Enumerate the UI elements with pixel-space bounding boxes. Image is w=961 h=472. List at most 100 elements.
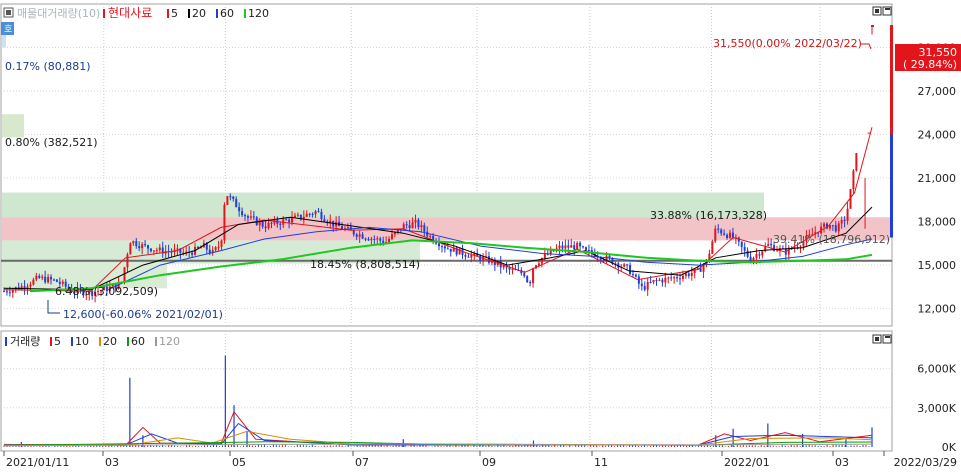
candle-body xyxy=(843,219,846,221)
candle-body xyxy=(770,243,773,246)
vp-annotation-big: 33.88% (16,173,328) xyxy=(650,209,767,222)
candle-body xyxy=(35,275,38,280)
candle-body xyxy=(258,221,261,226)
candle-body xyxy=(846,208,849,221)
candle-body xyxy=(443,246,446,249)
candle-body xyxy=(834,225,837,232)
candle-body xyxy=(681,275,684,279)
legend-ma-20: 20 xyxy=(192,7,206,20)
candle-body xyxy=(711,241,714,254)
candle-body xyxy=(470,255,473,258)
candle-body xyxy=(602,259,605,261)
candle-body xyxy=(214,247,217,251)
volume-tick: 3,000K xyxy=(917,402,956,415)
candle-body xyxy=(637,276,640,284)
candle-body xyxy=(629,265,632,275)
candle-body xyxy=(573,245,576,250)
legend-swatch xyxy=(99,337,101,346)
candle-body xyxy=(670,277,673,279)
candle-body xyxy=(523,273,526,277)
candle-body xyxy=(731,232,734,238)
candle-body xyxy=(176,248,179,250)
legend-ma-60: 60 xyxy=(220,7,234,20)
stock-chart: 매물대거래량(10) 현대사료 5 20 60 120 거래량 5 10 20 60 120 … xyxy=(0,3,961,469)
candle-body xyxy=(285,219,288,221)
legend-vol-ma-5: 5 xyxy=(54,335,61,348)
candle-body xyxy=(352,230,355,235)
candle-body xyxy=(570,245,573,248)
candle-body xyxy=(487,256,490,263)
candle-body xyxy=(631,274,634,276)
x-tick-label: 11 xyxy=(594,456,608,468)
candle-body xyxy=(152,250,155,252)
price-legend: 매물대거래량(10) 현대사료 5 20 60 120 xyxy=(3,6,269,20)
candle-body xyxy=(223,204,226,241)
candle-body xyxy=(467,256,470,258)
candle-body xyxy=(723,233,726,235)
legend-swatch xyxy=(127,337,129,346)
candle-body xyxy=(405,224,408,226)
candle-body xyxy=(323,219,326,222)
level-bar-down xyxy=(890,134,893,238)
candle-body xyxy=(702,265,705,272)
candle-body xyxy=(299,214,302,219)
candle-body xyxy=(61,281,64,284)
candle-body xyxy=(41,276,44,278)
candle-body xyxy=(241,211,244,216)
candle-body xyxy=(831,225,834,227)
candle-body xyxy=(652,279,655,283)
candle-body xyxy=(220,240,223,247)
candle-body xyxy=(464,254,467,257)
candle-body xyxy=(370,238,373,241)
candle-body xyxy=(3,291,5,293)
candle-body xyxy=(758,254,761,256)
current-change: ( 29.84%) xyxy=(903,58,957,71)
candle-body xyxy=(726,234,729,238)
candle-body xyxy=(576,242,579,250)
candle-body xyxy=(361,234,364,239)
candle-body xyxy=(746,250,749,257)
x-tick-label: 05 xyxy=(232,456,246,468)
candle-body xyxy=(367,239,370,241)
high-annotation: 31,550(0.00% 2022/03/22) xyxy=(713,37,862,50)
candle-body xyxy=(38,275,41,278)
x-tick-label: 2022/03/29 xyxy=(894,456,957,468)
candle-body xyxy=(684,273,687,276)
candle-body xyxy=(270,222,273,224)
candle-body xyxy=(379,238,382,241)
volume-tick: 0K xyxy=(942,441,957,454)
candle-body xyxy=(141,244,144,249)
candle-body xyxy=(714,228,717,242)
legend-vol-ma-120: 120 xyxy=(159,335,180,348)
candle-body xyxy=(149,248,152,252)
x-tick-label: 2021/01/11 xyxy=(6,456,69,468)
candle-body xyxy=(135,241,138,247)
candle-body xyxy=(529,282,532,284)
legend-swatch xyxy=(155,337,157,346)
candle-body xyxy=(429,235,432,237)
candle-body xyxy=(261,221,264,227)
vp-band xyxy=(2,114,24,138)
candle-body xyxy=(267,222,270,229)
candle-body xyxy=(373,238,376,240)
legend-vol-ma-10: 10 xyxy=(75,335,89,348)
candle-body xyxy=(217,246,220,248)
candle-body xyxy=(55,279,58,282)
candle-body xyxy=(252,216,255,218)
candle-body xyxy=(235,198,238,208)
candle-body xyxy=(582,246,585,248)
candle-body xyxy=(440,246,443,248)
candle-body xyxy=(661,279,664,283)
price-tick: 12,000 xyxy=(918,303,957,316)
candle-body xyxy=(673,277,676,279)
candle-body xyxy=(587,249,590,251)
candle-body xyxy=(244,215,247,217)
volume-panel xyxy=(0,330,893,452)
candle-body xyxy=(776,250,779,252)
candle-body xyxy=(579,242,582,247)
candle-body xyxy=(696,267,699,269)
candle-body xyxy=(837,223,840,232)
candle-body xyxy=(123,267,126,283)
legend-swatch xyxy=(50,337,52,346)
candle-body xyxy=(511,268,514,270)
